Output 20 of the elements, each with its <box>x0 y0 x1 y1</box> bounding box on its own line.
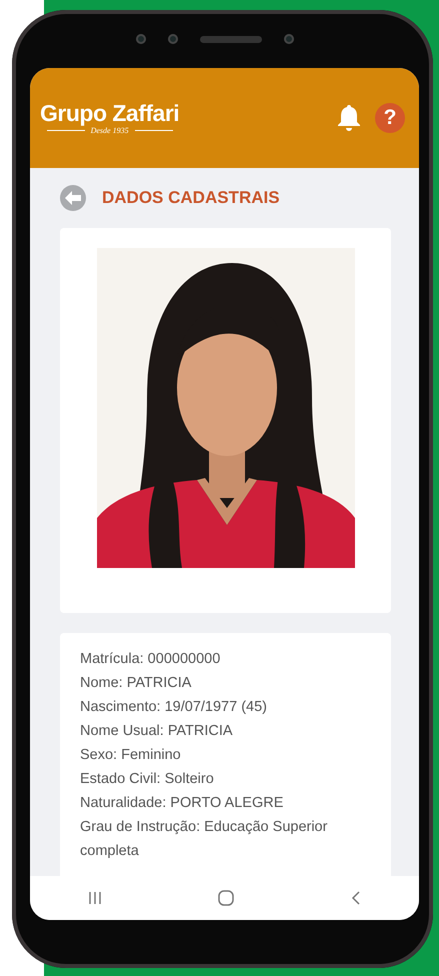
page-title: DADOS CADASTRAIS <box>102 188 280 208</box>
camera-icon <box>136 34 146 44</box>
detail-line: Matrícula: 000000000 <box>80 650 222 669</box>
speaker-grille <box>200 36 262 42</box>
detail-line: Naturalidade: PORTO ALEGRE <box>80 794 284 813</box>
detail-line: Nascimento: 19/07/1977 (45) <box>80 698 268 717</box>
help-button[interactable]: ? <box>375 103 405 133</box>
camera-icon <box>284 34 294 44</box>
detail-line: Grau de Instrução: Educação Superior completa <box>80 818 328 861</box>
detail-line: Nome: PATRICIA <box>80 674 192 693</box>
detail-line: Estado Civil: Solteiro <box>80 770 215 789</box>
home-icon[interactable] <box>218 890 234 906</box>
recent-apps-icon[interactable] <box>88 891 102 905</box>
brand-logo: Grupo Zaffari <box>40 100 180 126</box>
tagline: Desde 1935 <box>90 126 129 136</box>
back-icon[interactable] <box>350 890 361 906</box>
detail-line: Nome Usual: PATRICIA <box>80 722 234 741</box>
camera-icon <box>168 34 178 44</box>
detail-line: Sexo: Feminino <box>80 746 182 765</box>
bell-icon[interactable] <box>337 104 361 132</box>
